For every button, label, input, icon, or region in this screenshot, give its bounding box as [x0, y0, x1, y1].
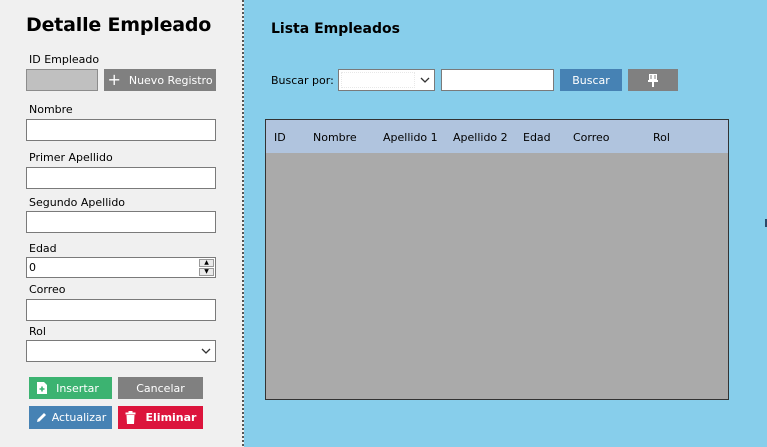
- actualizar-label: Actualizar: [51, 411, 107, 424]
- id-empleado-label: ID Empleado: [29, 53, 100, 66]
- correo-input[interactable]: [26, 299, 216, 321]
- segundo-apellido-input[interactable]: [26, 211, 216, 233]
- trash-icon: [125, 411, 136, 424]
- detalle-empleado-panel: Detalle Empleado ID Empleado + Nuevo Reg…: [0, 0, 242, 447]
- edad-down-button[interactable]: ▼: [199, 268, 214, 276]
- primer-apellido-input[interactable]: [26, 167, 216, 189]
- id-empleado-field: [26, 69, 98, 91]
- edad-value[interactable]: 0: [29, 261, 36, 274]
- edad-up-button[interactable]: ▲: [199, 259, 214, 267]
- actualizar-button[interactable]: Actualizar: [29, 406, 112, 429]
- buscar-por-label: Buscar por:: [271, 74, 334, 87]
- column-header-apellido-1[interactable]: Apellido 1: [383, 131, 438, 144]
- empleados-grid[interactable]: ID Nombre Apellido 1 Apellido 2 Edad Cor…: [265, 119, 729, 400]
- plus-icon: +: [107, 70, 121, 89]
- column-header-id[interactable]: ID: [274, 131, 286, 144]
- nuevo-registro-button[interactable]: + Nuevo Registro: [104, 69, 216, 91]
- primer-apellido-label: Primer Apellido: [29, 151, 113, 164]
- rol-label: Rol: [29, 325, 46, 338]
- insertar-label: Insertar: [56, 381, 99, 395]
- insertar-button[interactable]: Insertar: [29, 377, 112, 399]
- edad-stepper[interactable]: 0 ▲ ▼: [26, 257, 216, 278]
- add-file-icon: [37, 382, 48, 394]
- brush-icon: [648, 73, 658, 87]
- column-header-rol[interactable]: Rol: [653, 131, 670, 144]
- column-header-nombre[interactable]: Nombre: [313, 131, 357, 144]
- edad-label: Edad: [29, 242, 57, 255]
- lista-empleados-panel: Lista Empleados Buscar por: Buscar ID No…: [244, 0, 767, 447]
- eliminar-button[interactable]: Eliminar: [118, 406, 203, 429]
- buscar-button[interactable]: Buscar: [560, 69, 622, 91]
- chevron-down-icon: [201, 348, 211, 354]
- grid-header: ID Nombre Apellido 1 Apellido 2 Edad Cor…: [266, 120, 728, 153]
- lista-title: Lista Empleados: [271, 21, 400, 37]
- pencil-icon: [36, 413, 46, 422]
- buscar-por-value: [341, 72, 415, 88]
- column-header-correo[interactable]: Correo: [573, 131, 610, 144]
- buscar-label: Buscar: [572, 73, 610, 87]
- buscar-por-select[interactable]: [338, 69, 435, 91]
- correo-label: Correo: [29, 283, 66, 296]
- eliminar-label: Eliminar: [145, 411, 197, 424]
- column-header-apellido-2[interactable]: Apellido 2: [453, 131, 508, 144]
- nombre-label: Nombre: [29, 103, 73, 116]
- segundo-apellido-label: Segundo Apellido: [29, 196, 126, 209]
- chevron-down-icon: [420, 77, 430, 83]
- nuevo-registro-label: Nuevo Registro: [128, 73, 213, 87]
- search-input[interactable]: [441, 69, 554, 91]
- cancelar-label: Cancelar: [136, 381, 185, 395]
- cancelar-button[interactable]: Cancelar: [118, 377, 203, 399]
- detalle-title: Detalle Empleado: [26, 14, 212, 36]
- limpiar-button[interactable]: [628, 69, 678, 91]
- column-header-edad[interactable]: Edad: [523, 131, 551, 144]
- nombre-input[interactable]: [26, 119, 216, 141]
- rol-select[interactable]: [26, 340, 216, 362]
